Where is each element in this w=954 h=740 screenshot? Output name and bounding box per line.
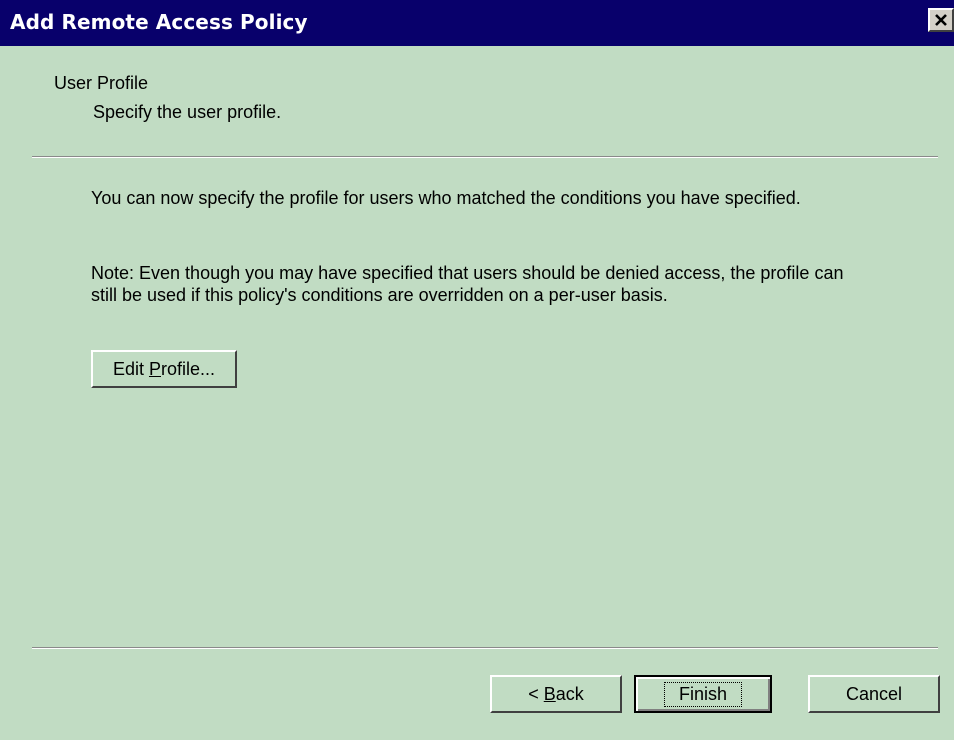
back-button[interactable]: < Back (490, 675, 622, 713)
cancel-label: Cancel (845, 683, 903, 704)
header-divider (32, 156, 938, 158)
page-title: User Profile (54, 73, 149, 93)
note-text: Note: Even though you may have specified… (91, 263, 844, 305)
edit-profile-label: Edit Profile... (112, 358, 216, 379)
page-subtitle: Specify the user profile. (93, 102, 282, 122)
finish-button[interactable]: Finish (634, 675, 772, 713)
finish-label: Finish (663, 681, 742, 707)
close-icon (935, 14, 947, 26)
window-title: Add Remote Access Policy (10, 10, 308, 34)
add-remote-access-policy-dialog: Add Remote Access Policy User Profile Sp… (0, 0, 954, 740)
back-label: < Back (528, 683, 584, 704)
footer-divider (32, 647, 938, 649)
edit-profile-button[interactable]: Edit Profile... (91, 350, 237, 388)
cancel-button[interactable]: Cancel (808, 675, 940, 713)
title-bar[interactable]: Add Remote Access Policy (0, 0, 954, 46)
instruction-text: You can now specify the profile for user… (91, 188, 801, 208)
close-button[interactable] (928, 8, 954, 32)
